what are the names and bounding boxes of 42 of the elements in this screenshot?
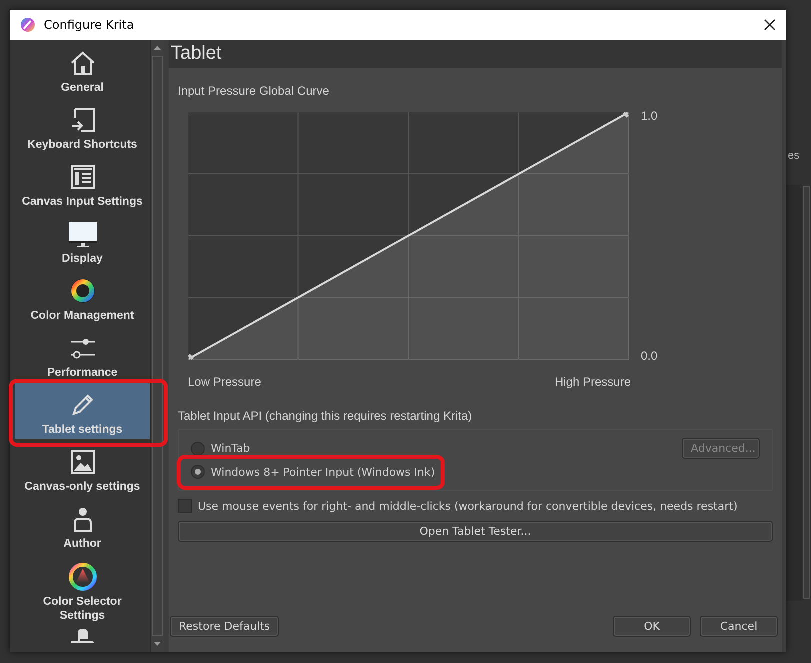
radio-label: WinTab xyxy=(211,442,250,455)
sidebar-item[interactable]: Canvas-only settings xyxy=(15,439,150,496)
sidebar-item[interactable]: General xyxy=(15,40,150,97)
image-icon xyxy=(68,448,96,476)
house-icon xyxy=(68,49,96,77)
sidebar-item[interactable]: Author xyxy=(15,496,150,553)
close-icon[interactable] xyxy=(764,19,776,31)
page-title: Tablet xyxy=(171,43,222,65)
checkbox[interactable] xyxy=(178,499,192,513)
axis-label: High Pressure xyxy=(554,375,631,389)
radio-button[interactable] xyxy=(191,442,205,456)
axis-label: 0.0 xyxy=(641,349,658,363)
sidebar-item[interactable]: Color Management xyxy=(15,268,150,325)
window-title: Configure Krita xyxy=(44,18,136,32)
sidebar-item[interactable]: Performance xyxy=(15,325,150,382)
radio-option[interactable]: Windows 8+ Pointer Input (Windows Ink) xyxy=(191,462,436,482)
sidebar-item[interactable]: Keyboard Shortcuts xyxy=(15,97,150,154)
scroll-bar[interactable] xyxy=(150,40,164,652)
sidebar-item[interactable]: Tablet settings xyxy=(15,382,150,439)
radio-button[interactable] xyxy=(191,465,205,479)
ok-button[interactable]: OK xyxy=(613,616,691,636)
radio-label: Windows 8+ Pointer Input (Windows Ink) xyxy=(211,466,436,478)
sidebar-item[interactable]: Canvas Input Settings xyxy=(15,154,150,211)
color-wheel-icon xyxy=(68,563,96,591)
restore-defaults-button[interactable]: Restore Defaults xyxy=(170,616,280,636)
sidebar-item[interactable]: Color Selector Settings xyxy=(15,553,150,625)
monitor-icon xyxy=(68,220,96,248)
section-label: Input Pressure Global Curve xyxy=(178,84,330,98)
sidebar-item[interactable]: Display xyxy=(15,211,150,268)
scroll-bar[interactable] xyxy=(803,186,810,599)
checkbox-label: Use mouse events for right- and middle-clicks (workaround for convertible devices, needs restart) xyxy=(198,500,738,512)
group-title: Tablet Input API (changing this requires restarting Krita) xyxy=(178,409,474,423)
open-tester-button[interactable]: Open Tablet Tester... xyxy=(178,521,773,542)
axis-label: Low Pressure xyxy=(188,375,262,389)
scroll-thumb[interactable] xyxy=(152,56,163,636)
radio-option[interactable]: WinTab xyxy=(191,438,250,458)
app-logo-icon xyxy=(20,17,36,33)
color-disc-icon xyxy=(68,277,96,305)
panel-icon xyxy=(68,163,96,191)
background-text: es xyxy=(788,150,800,162)
cancel-button[interactable]: Cancel xyxy=(700,616,778,636)
axis-label: 1.0 xyxy=(641,109,658,123)
